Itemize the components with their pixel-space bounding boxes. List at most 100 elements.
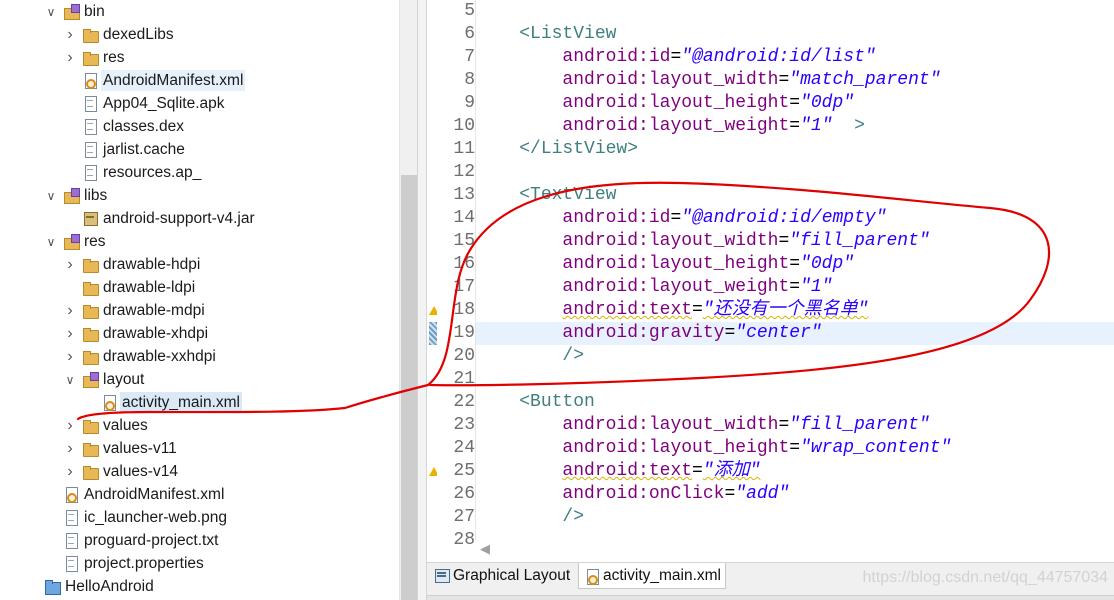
tree-item[interactable]: proguard-project.txt bbox=[0, 529, 398, 552]
tree-item[interactable]: activity_main.xml bbox=[0, 391, 398, 414]
code-line[interactable]: android:layout_height="wrap_content" bbox=[476, 437, 951, 460]
tree-item[interactable]: App04_Sqlite.apk bbox=[0, 92, 398, 115]
code-token: android:layout_width bbox=[562, 231, 779, 251]
chevron-right-icon[interactable]: › bbox=[64, 46, 76, 69]
chevron-right-icon[interactable]: › bbox=[64, 437, 76, 460]
tree-item[interactable]: › drawable-xhdpi bbox=[0, 322, 398, 345]
chevron-down-icon[interactable]: ∨ bbox=[45, 184, 57, 207]
code-line[interactable]: <Button bbox=[476, 391, 595, 414]
line-number: 11 bbox=[453, 139, 475, 159]
tree-item[interactable]: › values bbox=[0, 414, 398, 437]
code-line[interactable]: android:layout_width="match_parent" bbox=[476, 69, 940, 92]
explorer-scrollbar-thumb[interactable] bbox=[401, 175, 417, 600]
code-line[interactable]: android:layout_height="0dp" bbox=[476, 253, 854, 276]
tree-item[interactable]: ∨ libs bbox=[0, 184, 398, 207]
code-line[interactable]: android:text="还没有一个黑名单" bbox=[476, 299, 868, 322]
chevron-right-icon[interactable]: › bbox=[64, 299, 76, 322]
tree-item[interactable]: ∨ layout bbox=[0, 368, 398, 391]
tree-item-label: drawable-xhdpi bbox=[103, 325, 209, 342]
project-explorer: ∨ bin › dexedLibs › res AndroidManifest.xml App… bbox=[0, 0, 400, 600]
line-number: 19 bbox=[453, 323, 475, 343]
code-token: = bbox=[789, 93, 801, 113]
chevron-right-icon[interactable]: › bbox=[64, 414, 76, 437]
tree-item[interactable]: ∨ res bbox=[0, 230, 398, 253]
folder-icon bbox=[82, 49, 99, 66]
tree-item[interactable]: › dexedLibs bbox=[0, 23, 398, 46]
chevron-right-icon[interactable]: › bbox=[64, 322, 76, 345]
line-number: 21 bbox=[453, 369, 475, 389]
tree-item[interactable]: › res bbox=[0, 46, 398, 69]
folder-icon bbox=[82, 26, 99, 43]
tree-item-label: dexedLibs bbox=[103, 26, 174, 43]
xml-editor[interactable]: 5 6 7 8 9 10 11 12 13 14 15 16 17 18 19 20 21 22 23 24 25 26 2… bbox=[427, 0, 1114, 562]
code-token: = bbox=[778, 231, 790, 251]
code-line[interactable]: android:layout_width="fill_parent" bbox=[476, 230, 929, 253]
code-line[interactable]: android:layout_weight="1" > bbox=[476, 115, 864, 138]
tab-activity-main-xml[interactable]: activity_main.xml bbox=[578, 563, 726, 589]
tree-item-label: classes.dex bbox=[103, 118, 184, 135]
tree-item[interactable]: jarlist.cache bbox=[0, 138, 398, 161]
code-line[interactable]: /> bbox=[476, 506, 584, 529]
code-line[interactable]: android:layout_height="0dp" bbox=[476, 92, 854, 115]
chevron-right-icon[interactable]: › bbox=[64, 253, 76, 276]
code-token: /> bbox=[562, 346, 585, 366]
tree-item[interactable]: HelloAndroid bbox=[0, 575, 398, 598]
tree-item[interactable]: AndroidManifest.xml bbox=[0, 483, 398, 506]
code-token: <Button bbox=[519, 392, 595, 412]
tree-item[interactable]: project.properties bbox=[0, 552, 398, 575]
editor-tab-bar: Graphical Layout activity_main.xml https… bbox=[427, 562, 1114, 600]
code-line[interactable]: <TextView bbox=[476, 184, 616, 207]
code-token: = bbox=[778, 70, 790, 90]
code-line[interactable]: <ListView bbox=[476, 23, 616, 46]
folder-icon bbox=[82, 256, 99, 273]
code-token: android:id bbox=[562, 208, 671, 228]
tree-item[interactable]: › values-v11 bbox=[0, 437, 398, 460]
folder-icon bbox=[82, 440, 99, 457]
code-line[interactable]: android:gravity="center" bbox=[476, 322, 822, 345]
chevron-down-icon[interactable]: ∨ bbox=[64, 368, 76, 391]
code-token: "fill_parent" bbox=[789, 415, 930, 435]
tree-item[interactable]: ic_launcher-web.png bbox=[0, 506, 398, 529]
chevron-down-icon[interactable]: ∨ bbox=[45, 0, 57, 23]
tree-item[interactable]: › values-v14 bbox=[0, 460, 398, 483]
chevron-right-icon[interactable]: › bbox=[64, 460, 76, 483]
file-icon bbox=[82, 118, 98, 135]
tree-item[interactable]: › drawable-mdpi bbox=[0, 299, 398, 322]
tree-item[interactable]: classes.dex bbox=[0, 115, 398, 138]
code-token: "1" bbox=[800, 277, 833, 297]
code-token: android:layout_height bbox=[562, 438, 790, 458]
chevron-right-icon[interactable]: › bbox=[64, 345, 76, 368]
tab-graphical-layout[interactable]: Graphical Layout bbox=[429, 563, 574, 589]
tree-item[interactable]: resources.ap_ bbox=[0, 161, 398, 184]
code-line[interactable]: android:layout_width="fill_parent" bbox=[476, 414, 930, 437]
tree-item[interactable]: android-support-v4.jar bbox=[0, 207, 398, 230]
explorer-scrollbar[interactable] bbox=[399, 0, 417, 600]
tree-item[interactable]: drawable-ldpi bbox=[0, 276, 398, 299]
code-line[interactable]: android:onClick="add" bbox=[476, 483, 789, 506]
folder-icon bbox=[82, 463, 99, 480]
code-line[interactable]: android:layout_weight="1" bbox=[476, 276, 832, 299]
tree-item[interactable]: ∨ bin bbox=[0, 0, 398, 23]
file-icon bbox=[63, 509, 79, 526]
pane-splitter[interactable] bbox=[417, 0, 427, 600]
tree-item[interactable]: AndroidManifest.xml bbox=[0, 69, 398, 92]
scroll-left-arrow-icon[interactable]: ◀ bbox=[480, 542, 490, 557]
horizontal-scrollbar[interactable]: ◀ bbox=[476, 540, 1114, 562]
code-token: /> bbox=[562, 507, 585, 527]
chevron-down-icon[interactable]: ∨ bbox=[45, 230, 57, 253]
tree-item-label: project.properties bbox=[84, 555, 204, 572]
tree-item[interactable]: › drawable-hdpi bbox=[0, 253, 398, 276]
xml-icon bbox=[82, 72, 98, 89]
code-token: "center" bbox=[735, 323, 822, 343]
code-token: "1" bbox=[800, 116, 833, 136]
code-line[interactable]: android:id="@android:id/empty" bbox=[476, 207, 886, 230]
chevron-right-icon[interactable]: › bbox=[64, 23, 76, 46]
code-line[interactable]: android:id="@android:id/list" bbox=[476, 46, 875, 69]
tree-item[interactable]: › drawable-xxhdpi bbox=[0, 345, 398, 368]
code-line[interactable]: /> bbox=[476, 345, 584, 368]
code-line[interactable]: </ListView> bbox=[476, 138, 638, 161]
code-line[interactable]: android:text="添加" bbox=[476, 460, 760, 483]
